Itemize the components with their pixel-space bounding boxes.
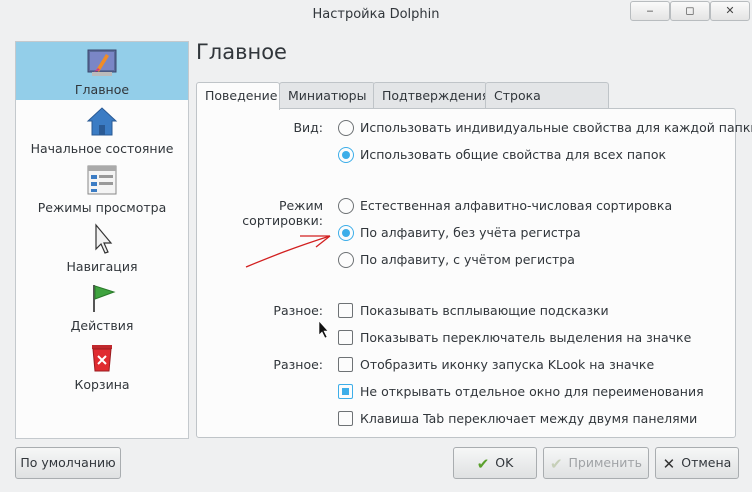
apply-button[interactable]: ✔ Применить (543, 447, 649, 479)
annotation-arrow-icon (245, 235, 331, 268)
cancel-button[interactable]: ✕ Отмена (655, 447, 739, 479)
mouse-cursor-icon (318, 320, 329, 339)
defaults-button[interactable]: По умолчанию (15, 447, 121, 479)
checkmark-icon: ✔ (549, 454, 563, 473)
tab-behavior[interactable]: Поведение (196, 82, 280, 110)
checkmark-icon: ✔ (476, 454, 490, 473)
ok-button[interactable]: ✔ OK (453, 447, 537, 479)
annotation-overlay (245, 235, 331, 339)
cancel-icon: ✕ (662, 454, 676, 473)
